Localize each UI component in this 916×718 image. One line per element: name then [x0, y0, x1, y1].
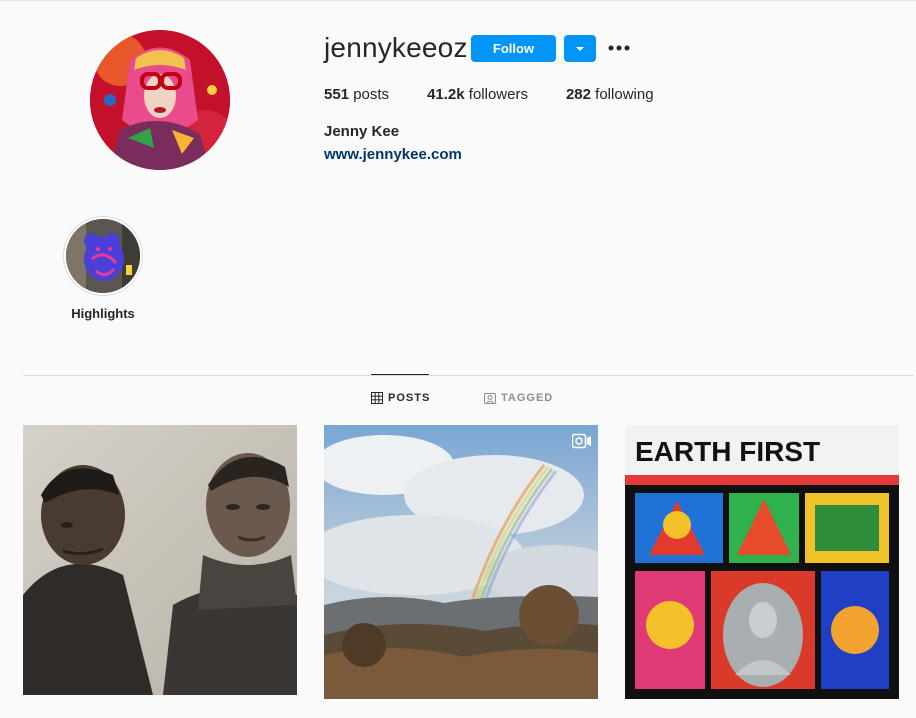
highlight-item[interactable]: [63, 216, 143, 296]
earth-first-textile-photo: EARTH FIRST: [625, 425, 899, 699]
tab-tagged-label: TAGGED: [501, 392, 554, 404]
posts-stat: 551 posts: [324, 86, 389, 103]
grid-icon: [371, 392, 383, 404]
following-stat[interactable]: 282 following: [566, 86, 654, 103]
more-options-button[interactable]: [606, 37, 632, 59]
textile-earth-first-text: EARTH FIRST: [635, 436, 820, 467]
following-label: following: [595, 86, 654, 103]
post-tile-2[interactable]: [324, 425, 598, 699]
more-horizontal-icon: [608, 45, 630, 51]
tab-posts-label: POSTS: [388, 392, 431, 404]
followers-stat[interactable]: 41.2k followers: [427, 86, 528, 103]
active-tab-indicator: [371, 374, 429, 375]
followers-label: followers: [468, 86, 528, 103]
profile-stats: 551 posts 41.2k followers 282 following: [324, 86, 692, 103]
followers-count: 41.2k: [427, 86, 465, 103]
username: jennykeeoz: [324, 32, 468, 63]
video-icon: [572, 433, 591, 449]
highlight-label: Highlights: [71, 306, 135, 321]
posts-count: 551: [324, 86, 350, 103]
full-name: Jenny Kee: [324, 123, 400, 140]
highlight-cover-image: [66, 219, 140, 293]
suggested-accounts-dropdown-button[interactable]: [564, 35, 596, 62]
following-count: 282: [565, 86, 591, 103]
follow-button[interactable]: Follow: [471, 35, 556, 62]
tabs-divider: [23, 375, 913, 376]
posts-label: posts: [353, 86, 390, 103]
caret-down-icon: [576, 46, 584, 51]
avatar-image: [90, 30, 230, 170]
website-link[interactable]: www.jennykee.com: [324, 146, 462, 163]
black-and-white-portrait-photo: [23, 425, 297, 695]
highlight-cover: [66, 219, 140, 293]
profile-avatar[interactable]: [90, 30, 230, 170]
top-border: [0, 0, 916, 1]
tab-tagged[interactable]: TAGGED: [484, 392, 553, 404]
rainbow-landscape-photo: [324, 425, 598, 699]
post-tile-3[interactable]: EARTH FIRST: [625, 425, 899, 699]
tab-posts[interactable]: POSTS: [371, 392, 430, 404]
tagged-icon: [484, 393, 496, 404]
post-tile-1[interactable]: [23, 425, 297, 695]
